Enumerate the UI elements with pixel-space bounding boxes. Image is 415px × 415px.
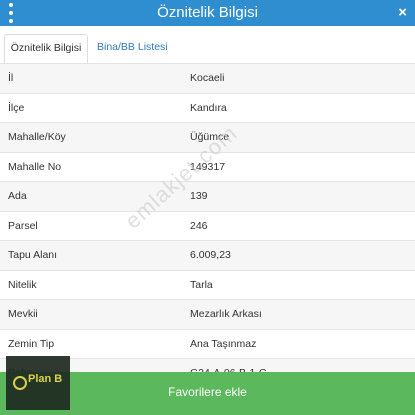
table-row: Parsel 246 <box>0 210 415 240</box>
row-value: 6.009,23 <box>190 249 231 261</box>
tab-bar: Öznitelik Bilgisi Bina/BB Listesi <box>0 34 415 64</box>
logo-text: Plan B <box>28 373 63 385</box>
row-value: 246 <box>190 219 208 232</box>
table-row: Nitelik Tarla <box>0 269 415 299</box>
table-row: İlçe Kandıra <box>0 92 415 122</box>
row-key: Parsel <box>8 219 38 232</box>
dialog-header: Öznitelik Bilgisi × <box>0 0 415 26</box>
tab-bina-bb-listesi[interactable]: Bina/BB Listesi <box>90 34 175 62</box>
row-key: Mevkii <box>8 308 38 320</box>
row-value: Mezarlık Arkası <box>190 308 262 320</box>
table-row: Mevkii Mezarlık Arkası <box>0 299 415 329</box>
table-row: Zemin Tip Ana Taşınmaz <box>0 328 415 358</box>
row-key: Nitelik <box>8 278 37 291</box>
table-row: Ada 139 <box>0 181 415 211</box>
row-value: Tarla <box>190 278 213 291</box>
row-key: Mahalle No <box>8 160 62 173</box>
row-value: Kocaeli <box>190 72 225 84</box>
row-value: 139 <box>190 190 208 202</box>
table-row: İl Kocaeli <box>0 63 415 93</box>
row-key: Mahalle/Köy <box>8 131 66 143</box>
logo-ring-icon <box>13 376 27 390</box>
row-key: Tapu Alanı <box>8 249 58 261</box>
tab-oznitelik-bilgisi[interactable]: Öznitelik Bilgisi <box>4 34 88 64</box>
row-value: Ana Taşınmaz <box>190 337 257 350</box>
table-row: Tapu Alanı 6.009,23 <box>0 240 415 270</box>
dialog-title: Öznitelik Bilgisi <box>157 4 258 21</box>
row-value: Kandıra <box>190 101 227 114</box>
attribute-table: İl Kocaeli İlçe Kandıra Mahalle/Köy Üğümce … <box>0 63 415 388</box>
close-icon[interactable]: × <box>398 0 407 26</box>
row-key: Zemin Tip <box>8 337 55 350</box>
plan-b-logo: Plan B <box>6 356 70 410</box>
row-key: İlçe <box>8 101 25 114</box>
row-key: İl <box>8 72 14 84</box>
row-key: Ada <box>8 190 27 202</box>
